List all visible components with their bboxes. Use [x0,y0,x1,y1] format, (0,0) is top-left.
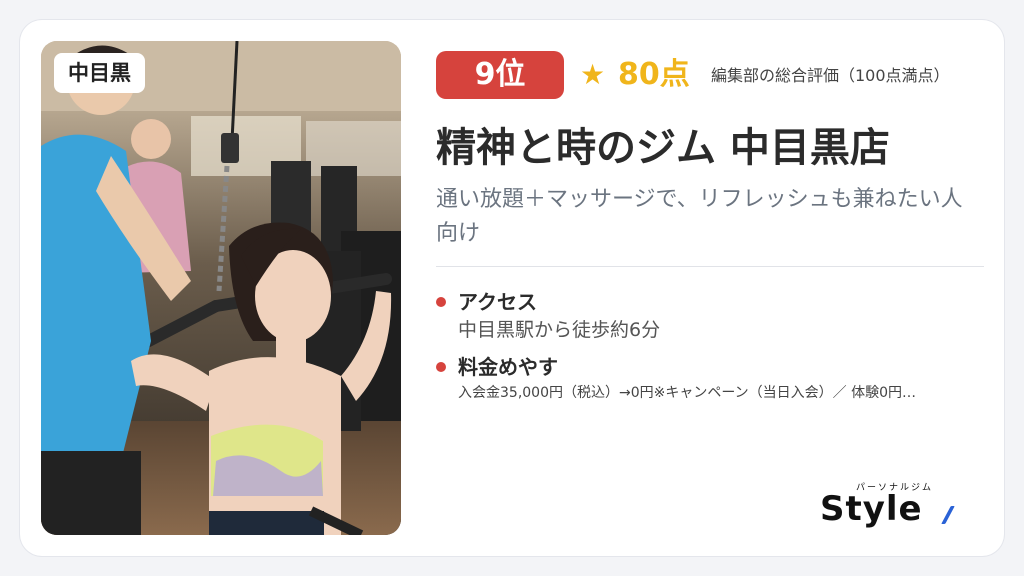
star-icon: ★ [580,58,606,91]
logo-text: Style [820,489,923,529]
divider [436,266,984,267]
gym-name-title[interactable]: 精神と時のジム 中目黒店 [436,120,996,176]
info-item-price: 料金めやす 入会金35,000円（税込）→0円※キャンペーン（当日入会）／ 体験… [436,351,996,407]
rank-badge: 9位 [436,51,564,99]
info-value: 入会金35,000円（税込）→0円※キャンペーン（当日入会）／ 体験0円… [458,385,917,401]
bullet-dot-icon [436,297,446,307]
logo-slash-icon [941,506,955,524]
gym-catchcopy: 通い放題＋マッサージで、リフレッシュも兼ねたい人向け [436,187,963,246]
info-label: アクセス [458,290,537,314]
info-value: 中目黒駅から徒歩約6分 [458,319,661,341]
bullet-dot-icon [436,362,446,372]
info-label: 料金めやす [458,355,558,379]
score-note: 編集部の総合評価（100点満点） [711,66,950,85]
score-value: 80点 [618,57,690,92]
gym-training-photo [41,41,401,535]
area-badge: 中目黒 [54,53,145,93]
info-item-access: アクセス 中目黒駅から徒歩約6分 [436,286,996,346]
style-logo: パーソナルジム Style [820,480,970,532]
